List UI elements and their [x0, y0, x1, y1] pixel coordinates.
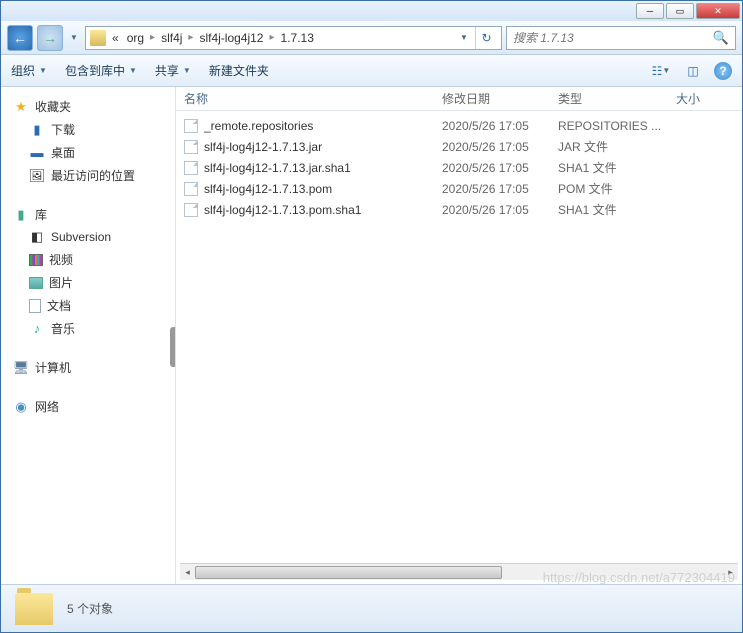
recent-icon: 🖼	[29, 168, 45, 184]
sidebar-item-music[interactable]: ♪音乐	[1, 317, 175, 340]
subversion-icon: ◧	[29, 229, 45, 245]
history-dropdown[interactable]: ▼	[67, 25, 81, 51]
back-button[interactable]: ←	[7, 25, 33, 51]
preview-pane-button[interactable]: ◫	[682, 60, 704, 82]
star-icon: ★	[13, 99, 29, 115]
file-type: SHA1 文件	[558, 159, 676, 176]
sidebar-item-downloads[interactable]: ▮下载	[1, 118, 175, 141]
minimize-button[interactable]: ─	[636, 3, 664, 19]
file-icon	[184, 140, 198, 154]
chevron-down-icon: ▼	[39, 66, 47, 75]
column-headers: 名称 修改日期 类型 大小	[176, 87, 742, 111]
crumb-prefix: «	[110, 31, 121, 45]
file-date: 2020/5/26 17:05	[442, 182, 558, 196]
computer-icon: 🖥	[13, 360, 29, 376]
file-icon	[184, 119, 198, 133]
file-type: REPOSITORIES ...	[558, 119, 676, 133]
network-icon: ◉	[13, 399, 29, 415]
statusbar: 5 个对象	[1, 584, 742, 632]
picture-icon	[29, 277, 43, 289]
navbar: ← → ▼ « org ▸ slf4j ▸ slf4j-log4j12 ▸ 1.…	[1, 21, 742, 55]
forward-button[interactable]: →	[37, 25, 63, 51]
chevron-right-icon[interactable]: ▸	[150, 32, 155, 43]
toolbar: 组织▼ 包含到库中▼ 共享▼ 新建文件夹 ☷ ▼ ◫ ?	[1, 55, 742, 87]
file-row[interactable]: slf4j-log4j12-1.7.13.pom.sha1 2020/5/26 1…	[176, 199, 742, 220]
file-row[interactable]: _remote.repositories 2020/5/26 17:05REPOS…	[176, 115, 742, 136]
sidebar-network[interactable]: ◉网络	[1, 395, 175, 418]
file-date: 2020/5/26 17:05	[442, 119, 558, 133]
sidebar-resize-handle[interactable]	[170, 327, 176, 367]
folder-icon	[90, 30, 106, 46]
file-type: POM 文件	[558, 180, 676, 197]
file-icon	[184, 161, 198, 175]
sidebar: ★收藏夹 ▮下载 ▬桌面 🖼最近访问的位置 ▮库 ◧Subversion 视频 …	[1, 87, 176, 584]
download-icon: ▮	[29, 122, 45, 138]
address-dropdown[interactable]: ▼	[457, 25, 471, 51]
scroll-thumb[interactable]	[195, 566, 502, 579]
folder-icon	[15, 593, 53, 625]
close-button[interactable]: ✕	[696, 3, 740, 19]
search-box[interactable]: 🔍	[506, 26, 736, 50]
include-library-button[interactable]: 包含到库中▼	[65, 62, 137, 79]
new-folder-button[interactable]: 新建文件夹	[209, 62, 269, 79]
file-name: slf4j-log4j12-1.7.13.pom.sha1	[204, 203, 361, 217]
sidebar-item-desktop[interactable]: ▬桌面	[1, 141, 175, 164]
file-icon	[184, 182, 198, 196]
sidebar-item-recent[interactable]: 🖼最近访问的位置	[1, 164, 175, 187]
address-bar[interactable]: « org ▸ slf4j ▸ slf4j-log4j12 ▸ 1.7.13 ▼…	[85, 26, 502, 50]
desktop-icon: ▬	[29, 145, 45, 161]
column-date[interactable]: 修改日期	[442, 90, 558, 107]
sidebar-item-documents[interactable]: 文档	[1, 294, 175, 317]
status-text: 5 个对象	[67, 600, 113, 617]
file-row[interactable]: slf4j-log4j12-1.7.13.pom 2020/5/26 17:05P…	[176, 178, 742, 199]
file-list[interactable]: _remote.repositories2020/5/26 17:05REPOS…	[176, 111, 742, 563]
file-name: slf4j-log4j12-1.7.13.jar	[204, 140, 322, 154]
sidebar-libraries[interactable]: ▮库	[1, 203, 175, 226]
sidebar-favorites[interactable]: ★收藏夹	[1, 95, 175, 118]
library-icon: ▮	[13, 207, 29, 223]
maximize-button[interactable]: ▭	[666, 3, 694, 19]
sidebar-item-pictures[interactable]: 图片	[1, 271, 175, 294]
body-area: ★收藏夹 ▮下载 ▬桌面 🖼最近访问的位置 ▮库 ◧Subversion 视频 …	[1, 87, 742, 584]
chevron-right-icon[interactable]: ▸	[269, 32, 274, 43]
watermark: https://blog.csdn.net/a772304419	[543, 570, 735, 585]
file-date: 2020/5/26 17:05	[442, 161, 558, 175]
refresh-button[interactable]: ↻	[475, 27, 497, 49]
share-button[interactable]: 共享▼	[155, 62, 191, 79]
sidebar-item-subversion[interactable]: ◧Subversion	[1, 226, 175, 248]
file-icon	[184, 203, 198, 217]
chevron-right-icon[interactable]: ▸	[188, 32, 193, 43]
search-icon[interactable]: 🔍	[713, 30, 729, 46]
document-icon	[29, 299, 41, 313]
sidebar-computer[interactable]: 🖥计算机	[1, 356, 175, 379]
column-name[interactable]: 名称	[184, 90, 442, 107]
titlebar: ─ ▭ ✕	[1, 1, 742, 21]
scroll-left-arrow[interactable]: ◂	[180, 565, 195, 580]
organize-button[interactable]: 组织▼	[11, 62, 47, 79]
search-input[interactable]	[513, 31, 713, 45]
view-options-button[interactable]: ☷ ▼	[650, 60, 672, 82]
file-row[interactable]: slf4j-log4j12-1.7.13.jar.sha1 2020/5/26 1…	[176, 157, 742, 178]
file-date: 2020/5/26 17:05	[442, 203, 558, 217]
file-name: slf4j-log4j12-1.7.13.jar.sha1	[204, 161, 351, 175]
file-type: SHA1 文件	[558, 201, 676, 218]
column-type[interactable]: 类型	[558, 90, 676, 107]
chevron-down-icon: ▼	[183, 66, 191, 75]
sidebar-item-videos[interactable]: 视频	[1, 248, 175, 271]
video-icon	[29, 254, 43, 266]
crumb-1[interactable]: slf4j	[159, 31, 184, 45]
music-icon: ♪	[29, 321, 45, 337]
column-size[interactable]: 大小	[676, 90, 742, 107]
crumb-2[interactable]: slf4j-log4j12	[197, 31, 265, 45]
file-name: slf4j-log4j12-1.7.13.pom	[204, 182, 332, 196]
crumb-0[interactable]: org	[125, 31, 146, 45]
help-button[interactable]: ?	[714, 62, 732, 80]
crumb-3[interactable]: 1.7.13	[279, 31, 316, 45]
file-date: 2020/5/26 17:05	[442, 140, 558, 154]
file-row[interactable]: slf4j-log4j12-1.7.13.jar 2020/5/26 17:05J…	[176, 136, 742, 157]
file-name: _remote.repositories	[204, 119, 313, 133]
file-type: JAR 文件	[558, 138, 676, 155]
chevron-down-icon: ▼	[129, 66, 137, 75]
content-pane: 名称 修改日期 类型 大小 _remote.repositories 2020/5…	[176, 87, 742, 584]
